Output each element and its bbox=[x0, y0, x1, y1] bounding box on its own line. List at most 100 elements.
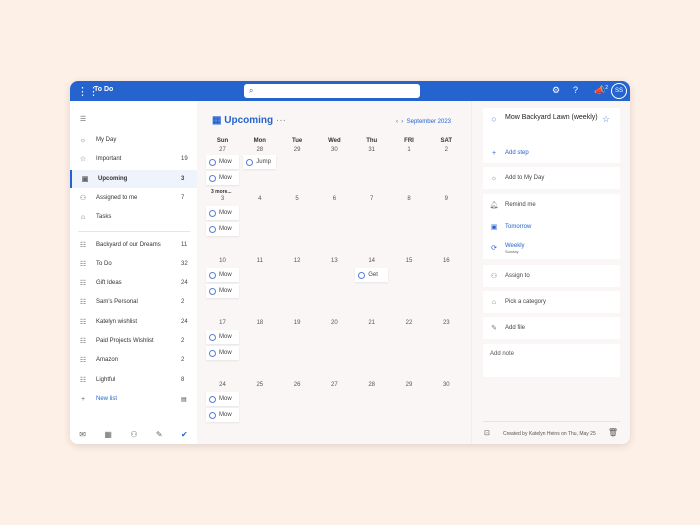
list-item[interactable]: ☷Katelyn wishlist24 bbox=[70, 313, 197, 331]
complete-checkbox[interactable]: ○ bbox=[483, 114, 505, 124]
task-checkbox[interactable] bbox=[246, 159, 253, 166]
add-to-my-day-button[interactable]: ☼Add to My Day bbox=[483, 167, 620, 189]
task-checkbox[interactable] bbox=[209, 272, 216, 279]
list-item[interactable]: ☷Lightful8 bbox=[70, 371, 197, 389]
add-step-button[interactable]: +Add step bbox=[483, 146, 620, 160]
search-input[interactable]: ⌕ bbox=[244, 84, 420, 98]
menu-toggle[interactable]: ☰ bbox=[70, 110, 197, 128]
notification-badge: 2 bbox=[605, 85, 608, 91]
notifications-icon[interactable]: 📣2 bbox=[594, 85, 608, 96]
category-button[interactable]: ⌂Pick a category bbox=[483, 291, 620, 313]
task-checkbox[interactable] bbox=[209, 210, 216, 217]
list-item[interactable]: ☷Backyard of our Dreams11 bbox=[70, 236, 197, 254]
sidebar-item-label: Important bbox=[96, 156, 181, 162]
list-item[interactable]: ☷Paid Projects Wishlist2 bbox=[70, 332, 197, 350]
sidebar-item-tasks[interactable]: ⌂Tasks bbox=[70, 208, 197, 226]
task-label: Mow bbox=[219, 272, 232, 278]
task-checkbox[interactable] bbox=[209, 396, 216, 403]
hide-pane-icon[interactable]: ⊡ bbox=[484, 429, 490, 437]
sidebar-item-my-day[interactable]: ☼My Day bbox=[70, 131, 197, 149]
month-label[interactable]: September 2023 bbox=[407, 119, 451, 125]
task-checkbox[interactable] bbox=[209, 159, 216, 166]
calendar-icon: ▣ bbox=[72, 175, 98, 183]
more-tasks-link[interactable]: 3 more... bbox=[211, 189, 232, 195]
list-item[interactable]: ☷Gift Ideas24 bbox=[70, 274, 197, 292]
list-icon: ☷ bbox=[70, 298, 96, 306]
task-chip[interactable]: Mow bbox=[206, 330, 239, 344]
note-input[interactable]: Add note bbox=[483, 344, 620, 377]
count: 2 bbox=[181, 299, 197, 305]
attachment-icon[interactable]: ✎ bbox=[156, 430, 163, 439]
assign-button[interactable]: ⚇Assign to bbox=[483, 265, 620, 287]
todo-check-icon[interactable]: ✔ bbox=[181, 430, 188, 439]
count: 7 bbox=[181, 195, 197, 201]
task-chip[interactable]: Mow bbox=[206, 206, 239, 220]
date-number: 12 bbox=[279, 258, 316, 264]
date-number: 27 bbox=[316, 382, 353, 388]
date-number: 23 bbox=[428, 320, 465, 326]
repeat-day: Sunday bbox=[505, 249, 525, 254]
calendar-icon: ▣ bbox=[483, 223, 505, 231]
date-number: 8 bbox=[391, 196, 428, 202]
task-checkbox[interactable] bbox=[358, 272, 365, 279]
list-item[interactable]: ☷Sam's Personal2 bbox=[70, 293, 197, 311]
list-icon: ☷ bbox=[70, 376, 96, 384]
task-chip[interactable]: Mow bbox=[206, 284, 239, 298]
task-chip[interactable]: Mow bbox=[206, 171, 239, 185]
task-chip[interactable]: Mow bbox=[206, 346, 239, 360]
people-icon[interactable]: ⚇ bbox=[130, 430, 137, 439]
task-chip[interactable]: Mow bbox=[206, 268, 239, 282]
prev-month-icon[interactable]: ‹ bbox=[396, 119, 398, 125]
list-label: Gift Ideas bbox=[96, 280, 181, 286]
bell-icon: 🔔︎ bbox=[483, 201, 505, 209]
new-group-icon[interactable]: ▤ bbox=[181, 396, 197, 403]
star-icon[interactable]: ☆ bbox=[602, 114, 620, 125]
day-header: Tue bbox=[279, 138, 316, 144]
delete-icon[interactable]: 🗑︎ bbox=[608, 428, 618, 437]
more-options-icon[interactable]: ··· bbox=[276, 115, 286, 126]
list-label: Katelyn wishlist bbox=[96, 319, 181, 325]
task-checkbox[interactable] bbox=[209, 334, 216, 341]
sun-icon: ☼ bbox=[483, 175, 505, 182]
mail-icon[interactable]: ✉ bbox=[79, 430, 86, 439]
sidebar-item-assigned[interactable]: ⚇Assigned to me7 bbox=[70, 189, 197, 207]
list-label: Sam's Personal bbox=[96, 299, 181, 305]
date-number: 19 bbox=[279, 320, 316, 326]
task-chip[interactable]: Jump bbox=[243, 155, 276, 169]
task-label: Mow bbox=[219, 210, 232, 216]
task-checkbox[interactable] bbox=[209, 288, 216, 295]
date-number: 21 bbox=[353, 320, 390, 326]
sidebar-item-important[interactable]: ☆Important19 bbox=[70, 150, 197, 168]
task-checkbox[interactable] bbox=[209, 226, 216, 233]
task-label: Jump bbox=[256, 159, 271, 165]
calendar-app-icon[interactable]: ▦ bbox=[104, 430, 112, 439]
due-date-button[interactable]: ▣Tomorrow bbox=[483, 220, 620, 234]
help-icon[interactable]: ? bbox=[573, 85, 578, 95]
date-number: 13 bbox=[316, 258, 353, 264]
task-chip[interactable]: Mow bbox=[206, 222, 239, 236]
settings-icon[interactable]: ⚙ bbox=[552, 85, 560, 96]
remind-me-button[interactable]: 🔔︎Remind me bbox=[483, 198, 620, 212]
task-label: Mow bbox=[219, 350, 232, 356]
task-checkbox[interactable] bbox=[209, 175, 216, 182]
repeat-button[interactable]: ⟳WeeklySunday bbox=[483, 240, 620, 256]
page-title: ▦ Upcoming ··· bbox=[212, 115, 286, 126]
task-chip[interactable]: Mow bbox=[206, 155, 239, 169]
add-file-button[interactable]: ✎Add file bbox=[483, 317, 620, 339]
sidebar-item-upcoming[interactable]: ▣Upcoming3 bbox=[70, 170, 197, 188]
new-list-button[interactable]: +New list▤ bbox=[70, 390, 197, 408]
next-month-icon[interactable]: › bbox=[401, 119, 403, 125]
task-chip[interactable]: Mow bbox=[206, 392, 239, 406]
divider bbox=[78, 231, 190, 232]
task-card: ○Mow Backyard Lawn (weekly)☆ +Add step bbox=[483, 108, 620, 163]
tag-icon: ⌂ bbox=[483, 299, 505, 306]
task-checkbox[interactable] bbox=[209, 350, 216, 357]
count: 2 bbox=[181, 357, 197, 363]
task-checkbox[interactable] bbox=[209, 412, 216, 419]
task-title[interactable]: Mow Backyard Lawn (weekly) bbox=[505, 114, 602, 121]
list-item[interactable]: ☷To Do32 bbox=[70, 255, 197, 273]
avatar[interactable]: SS bbox=[611, 83, 627, 99]
task-chip[interactable]: Get bbox=[355, 268, 388, 282]
task-chip[interactable]: Mow bbox=[206, 408, 239, 422]
list-item[interactable]: ☷Amazon2 bbox=[70, 351, 197, 369]
